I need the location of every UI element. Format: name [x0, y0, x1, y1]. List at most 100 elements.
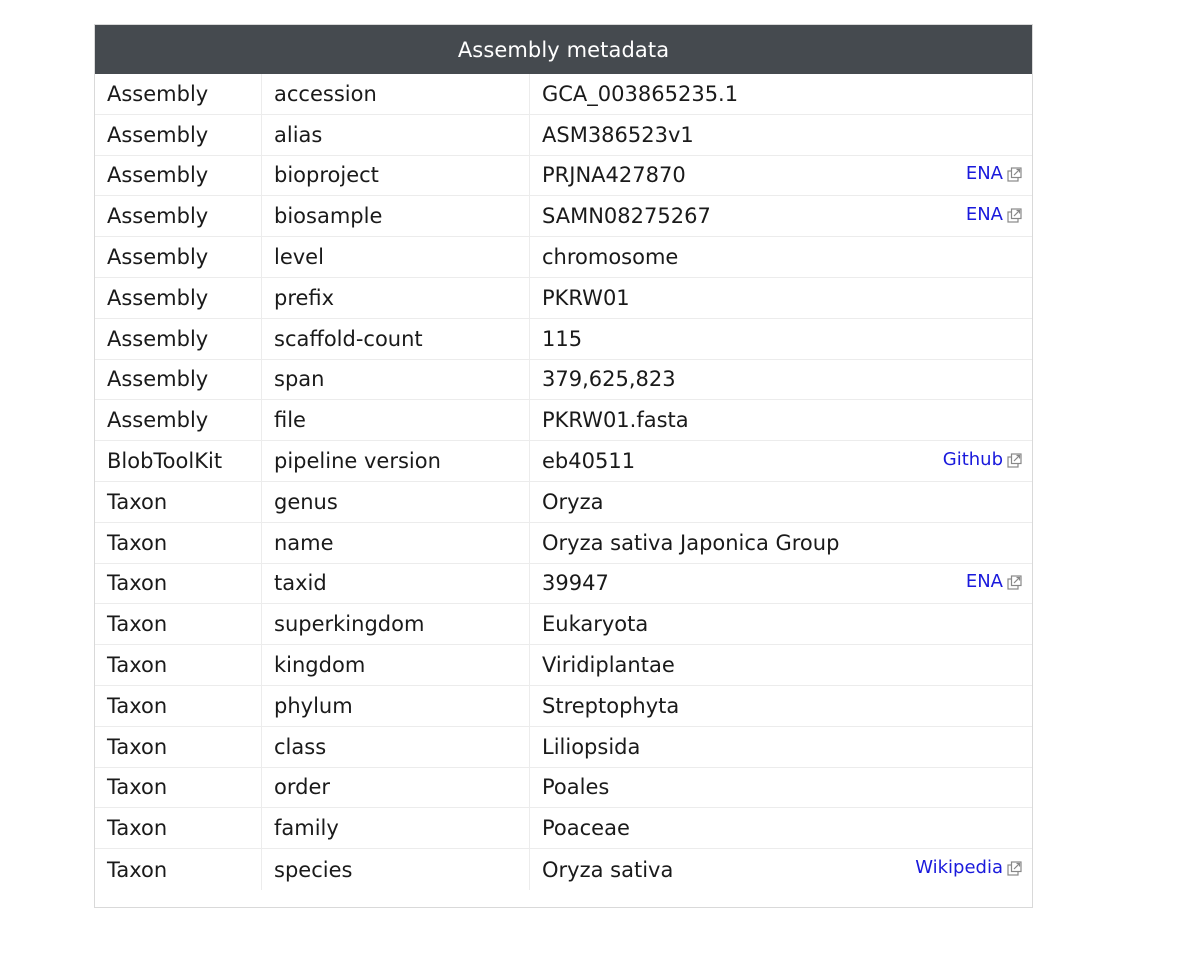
table-row: Assembly prefix PKRW01 [95, 277, 1032, 319]
table-row: Taxon class Liliopsida [95, 726, 1032, 768]
row-group: Taxon [95, 604, 262, 645]
table-row: Taxon family Poaceae [95, 808, 1032, 850]
table-row: Assembly scaffold-count 115 [95, 318, 1032, 360]
row-key: taxid [262, 563, 530, 604]
row-value-cell: GCA_003865235.1 [530, 74, 1032, 114]
row-value: PKRW01.fasta [542, 408, 689, 433]
row-value-cell: PRJNA427870 ENA [530, 156, 1032, 196]
row-value-cell: Poales [530, 768, 1032, 808]
row-value-cell: chromosome [530, 237, 1032, 277]
external-link-icon [1007, 207, 1022, 223]
row-group: Assembly [95, 318, 262, 359]
row-value-cell: Eukaryota [530, 604, 1032, 644]
external-link-github[interactable]: Github [943, 449, 1022, 470]
external-link-icon [1007, 860, 1022, 876]
row-key: alias [262, 114, 530, 155]
row-value-cell: Poaceae [530, 808, 1032, 848]
row-value-cell: PKRW01 [530, 278, 1032, 318]
row-value: Oryza sativa Japonica Group [542, 530, 840, 555]
metadata-table: Assembly accession GCA_003865235.1 Assembly… [95, 74, 1032, 890]
row-value: Oryza [542, 489, 604, 514]
row-key: scaffold-count [262, 318, 530, 359]
row-key: species [262, 849, 530, 890]
row-group: Assembly [95, 155, 262, 196]
row-group: Assembly [95, 114, 262, 155]
table-row: Taxon kingdom Viridiplantae [95, 645, 1032, 686]
table-row: Taxon taxid 39947 ENA [95, 563, 1032, 605]
row-group: Assembly [95, 196, 262, 237]
row-key: level [262, 237, 530, 277]
row-group: Taxon [95, 726, 262, 767]
table-row: Taxon phylum Streptophyta [95, 685, 1032, 727]
row-value-cell: eb40511 Github [530, 441, 1032, 481]
row-key: family [262, 808, 530, 849]
external-link-label: Wikipedia [915, 857, 1003, 879]
table-row: Assembly file PKRW01.fasta [95, 400, 1032, 442]
row-key: file [262, 400, 530, 441]
row-group: Taxon [95, 685, 262, 726]
row-key: order [262, 767, 530, 808]
table-row: Taxon name Oryza sativa Japonica Group [95, 522, 1032, 564]
row-value: Eukaryota [542, 612, 649, 637]
row-value: Poales [542, 775, 610, 800]
row-group: Taxon [95, 522, 262, 563]
external-link-label: ENA [965, 570, 1003, 592]
table-row: Taxon order Poales [95, 767, 1032, 809]
row-value-cell: Oryza sativa Japonica Group [530, 523, 1032, 563]
table-row: Assembly level chromosome [95, 237, 1032, 278]
row-group: Assembly [95, 277, 262, 318]
row-key: class [262, 726, 530, 767]
row-value: PKRW01 [542, 285, 630, 310]
row-group: Assembly [95, 237, 262, 277]
row-value: ASM386523v1 [542, 122, 694, 147]
external-link-ena[interactable]: ENA [966, 571, 1022, 592]
external-link-label: Github [942, 448, 1003, 470]
table-row: Assembly bioproject PRJNA427870 ENA [95, 155, 1032, 197]
row-key: accession [262, 74, 530, 114]
row-value: Streptophyta [542, 693, 680, 718]
row-group: Taxon [95, 767, 262, 808]
row-key: bioproject [262, 155, 530, 196]
table-row: Assembly biosample SAMN08275267 ENA [95, 196, 1032, 238]
row-value-cell: 379,625,823 [530, 360, 1032, 400]
external-link-label: ENA [965, 162, 1003, 184]
panel-title: Assembly metadata [95, 25, 1032, 74]
row-key: pipeline version [262, 441, 530, 481]
table-row: BlobToolKit pipeline version eb40511 Github [95, 441, 1032, 482]
table-row: Taxon superkingdom Eukaryota [95, 604, 1032, 646]
row-value: Viridiplantae [542, 653, 675, 678]
row-key: phylum [262, 685, 530, 726]
row-value-cell: PKRW01.fasta [530, 400, 1032, 440]
row-value: Liliopsida [542, 734, 641, 759]
row-value: SAMN08275267 [542, 204, 711, 229]
row-value: 379,625,823 [542, 367, 676, 392]
table-row: Assembly accession GCA_003865235.1 [95, 74, 1032, 115]
row-value-cell: Liliopsida [530, 727, 1032, 767]
row-key: genus [262, 481, 530, 522]
row-key: prefix [262, 277, 530, 318]
row-value: chromosome [542, 245, 679, 270]
row-group: Assembly [95, 74, 262, 114]
external-link-ena[interactable]: ENA [966, 163, 1022, 184]
row-key: span [262, 359, 530, 400]
external-link-icon [1007, 166, 1022, 182]
external-link-wikipedia[interactable]: Wikipedia [915, 857, 1022, 878]
row-value-cell: ASM386523v1 [530, 115, 1032, 155]
row-value-cell: Streptophyta [530, 686, 1032, 726]
external-link-label: ENA [965, 203, 1003, 225]
external-link-icon [1007, 452, 1022, 468]
row-group: Taxon [95, 481, 262, 522]
row-value: GCA_003865235.1 [542, 81, 739, 106]
row-group: Taxon [95, 849, 262, 890]
row-group: Taxon [95, 563, 262, 604]
row-value: PRJNA427870 [542, 163, 686, 188]
table-row: Assembly alias ASM386523v1 [95, 114, 1032, 156]
external-link-ena[interactable]: ENA [966, 204, 1022, 225]
row-value-cell: Viridiplantae [530, 645, 1032, 685]
table-row: Assembly span 379,625,823 [95, 359, 1032, 401]
row-value-cell: Oryza sativa Wikipedia [530, 849, 1032, 890]
table-row: Taxon genus Oryza [95, 481, 1032, 523]
row-group: Taxon [95, 808, 262, 849]
row-key: superkingdom [262, 604, 530, 645]
row-key: name [262, 522, 530, 563]
